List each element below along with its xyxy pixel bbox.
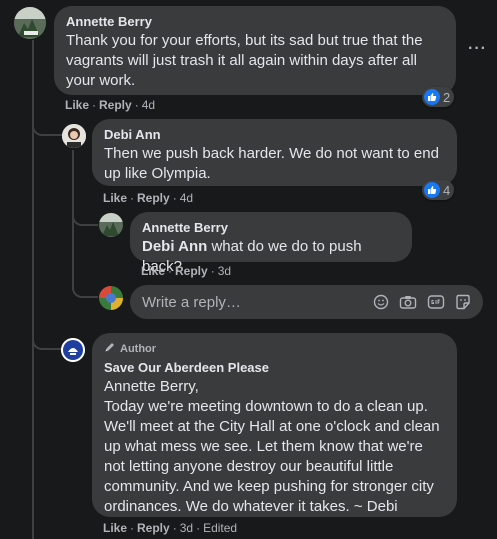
- separator: ·: [130, 521, 135, 535]
- reply-placeholder: Write a reply…: [142, 293, 241, 311]
- comment-bubble-4: Author Save Our Aberdeen Please Annette …: [92, 333, 457, 517]
- avatar-annette-berry[interactable]: [99, 213, 123, 237]
- comment-author[interactable]: Annette Berry: [66, 14, 444, 30]
- avatar-save-our-aberdeen[interactable]: [61, 338, 85, 362]
- comment-author[interactable]: Save Our Aberdeen Please: [104, 360, 445, 376]
- comment-actions: Like · Reply · 4d: [65, 97, 155, 113]
- author-badge-label: Author: [120, 343, 157, 355]
- separator: ·: [172, 521, 177, 535]
- separator: ·: [134, 98, 139, 112]
- timestamp[interactable]: 3d: [180, 521, 193, 535]
- separator: ·: [196, 521, 201, 535]
- reaction-count: 4: [443, 182, 451, 198]
- more-options-icon[interactable]: ···: [468, 40, 487, 58]
- like-button[interactable]: Like: [103, 521, 127, 535]
- timestamp[interactable]: 4d: [142, 98, 155, 112]
- like-button[interactable]: Like: [65, 98, 89, 112]
- like-icon: [424, 89, 440, 105]
- comment-author[interactable]: Debi Ann: [104, 127, 445, 143]
- separator: ·: [130, 191, 135, 205]
- like-button[interactable]: Like: [141, 264, 165, 278]
- thread-elbow-author-reply: [32, 330, 62, 350]
- comment-author[interactable]: Annette Berry: [142, 220, 400, 236]
- emoji-icon[interactable]: [373, 294, 389, 310]
- comment-bubble-2: Debi Ann Then we push back harder. We do…: [92, 119, 457, 186]
- sticker-icon[interactable]: [455, 294, 471, 310]
- avatar-annette-berry[interactable]: [14, 7, 46, 39]
- pencil-icon: [104, 341, 116, 357]
- separator: ·: [172, 191, 177, 205]
- reaction-count: 2: [443, 89, 451, 105]
- thread-line-main: [32, 40, 34, 539]
- like-icon: [424, 182, 440, 198]
- comment-text: Annette Berry, Today we're meeting downt…: [104, 378, 440, 515]
- avatar-current-user: [99, 286, 123, 310]
- comment-actions: Like · Reply · 4d: [103, 190, 193, 206]
- comment-bubble-3: Annette Berry Debi Ann what do we do to …: [130, 212, 412, 275]
- camera-icon[interactable]: [399, 294, 417, 310]
- timestamp[interactable]: 4d: [180, 191, 193, 205]
- avatar-debi-ann[interactable]: [62, 124, 86, 148]
- comment-text: Then we push back harder. We do not want…: [104, 145, 439, 182]
- separator: ·: [168, 264, 173, 278]
- separator: ·: [92, 98, 97, 112]
- reaction-summary[interactable]: 4: [422, 180, 455, 200]
- like-button[interactable]: Like: [103, 191, 127, 205]
- reply-button[interactable]: Reply: [137, 191, 170, 205]
- comment-text: Thank you for your efforts, but its sad …: [66, 32, 423, 89]
- edited-label: Edited: [203, 521, 238, 535]
- reply-button[interactable]: Reply: [175, 264, 208, 278]
- thread-elbow-debi: [32, 116, 62, 136]
- thread-elbow-annette-reply: [72, 206, 98, 226]
- comment-actions: Like · Reply · 3d: [141, 263, 231, 279]
- comment-bubble-1: Annette Berry Thank you for your efforts…: [54, 6, 456, 95]
- reply-button[interactable]: Reply: [137, 521, 170, 535]
- reaction-summary[interactable]: 2: [422, 87, 455, 107]
- author-badge: Author: [104, 341, 445, 357]
- timestamp[interactable]: 3d: [218, 264, 231, 278]
- reply-input[interactable]: Write a reply…: [130, 285, 483, 319]
- comment-actions: Like · Reply · 3d · Edited: [103, 520, 237, 536]
- thread-elbow-write-reply: [72, 280, 98, 298]
- reply-button[interactable]: Reply: [99, 98, 132, 112]
- mention-link[interactable]: Debi Ann: [142, 238, 207, 255]
- gif-icon[interactable]: [427, 294, 445, 310]
- separator: ·: [210, 264, 215, 278]
